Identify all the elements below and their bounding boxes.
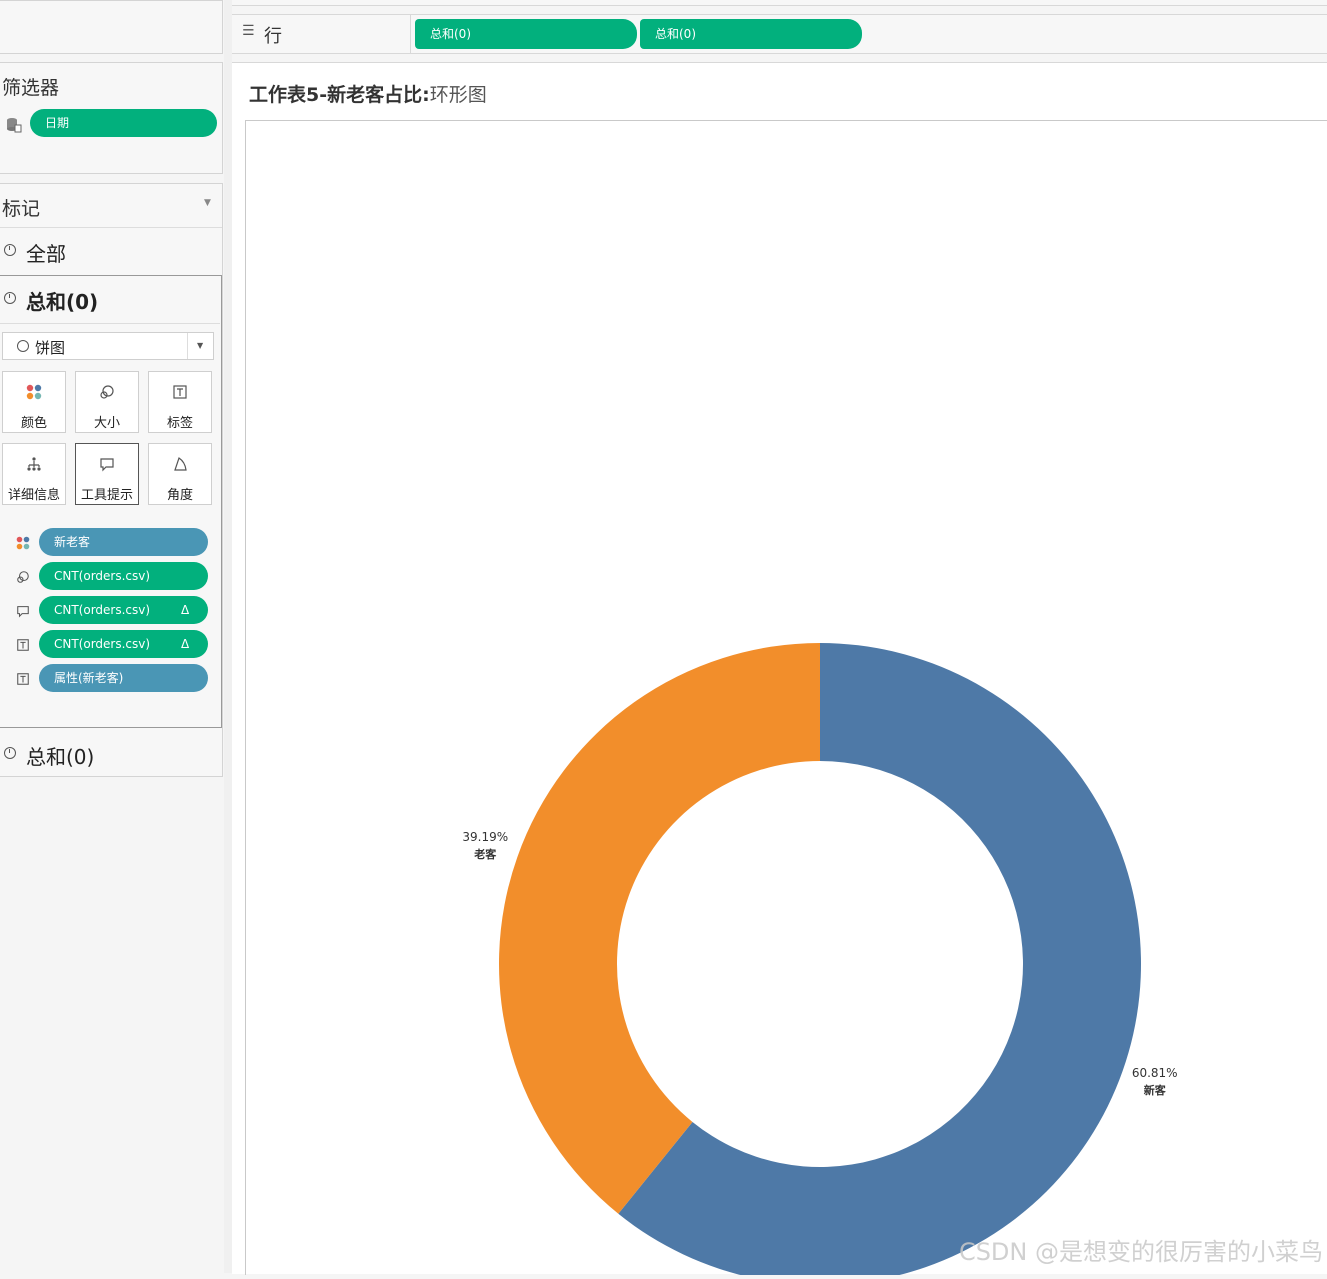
detail-button-label: 详细信息 bbox=[7, 488, 60, 503]
worksheet-title: 工作表5-新老客占比:环形图 bbox=[249, 80, 487, 107]
field-pill-count-tooltip[interactable]: CNT(orders.csv) Δ bbox=[39, 596, 208, 624]
label-icon bbox=[16, 672, 30, 686]
filters-title: 筛选器 bbox=[2, 77, 60, 99]
plot-area: 60.81% 新客 39.19% 老客 bbox=[245, 120, 1327, 1279]
angle-icon bbox=[149, 456, 211, 476]
delta-icon: Δ bbox=[181, 637, 190, 651]
field-pill-label: CNT(orders.csv) bbox=[54, 637, 151, 651]
pie-mark-icon bbox=[4, 244, 16, 256]
label-button[interactable]: 标签 bbox=[148, 371, 212, 433]
watermark: CSDN @是想变的很厉害的小菜鸟 bbox=[958, 1238, 1323, 1266]
panel-gutter bbox=[224, 0, 232, 1273]
marks-active-panel: 总和(0) 饼图 ▼ 颜色 大小 标签 详细信息 工具提示 角度 新老客 CNT… bbox=[0, 275, 222, 728]
worksheet: 工作表5-新老客占比:环形图 60.81% 新客 39.19% 老客 bbox=[232, 62, 1327, 1279]
size-button[interactable]: 大小 bbox=[75, 371, 139, 433]
marks-all-label: 全部 bbox=[26, 242, 66, 266]
angle-button-label: 角度 bbox=[166, 488, 193, 503]
pie-mark-icon bbox=[4, 292, 16, 304]
tooltip-button-label: 工具提示 bbox=[80, 488, 133, 503]
worksheet-title-light: 环形图 bbox=[429, 84, 487, 106]
field-pill-count-label[interactable]: CNT(orders.csv) Δ bbox=[39, 630, 208, 658]
donut-slice-2[interactable] bbox=[499, 643, 820, 1214]
slice-category-label: 老客 bbox=[474, 847, 497, 861]
divider bbox=[410, 15, 411, 53]
color-button-label: 颜色 bbox=[20, 416, 47, 431]
slice-value-label: 39.19% bbox=[462, 829, 509, 844]
slice-label: 60.81% 新客 bbox=[1130, 1065, 1180, 1099]
filters-card: 筛选器 日期 bbox=[0, 62, 223, 174]
pie-icon bbox=[17, 340, 29, 352]
color-icon bbox=[16, 536, 30, 550]
marks-menu-icon[interactable]: ▼ bbox=[204, 198, 211, 208]
detail-button[interactable]: 详细信息 bbox=[2, 443, 66, 505]
size-icon bbox=[76, 384, 138, 404]
marks-active-label: 总和(0) bbox=[26, 290, 99, 314]
left-panel: 筛选器 日期 标记 ▼ 全部 总和(0) 饼图 ▼ 颜色 大小 标签 详细信息 … bbox=[0, 0, 225, 1273]
field-pill-new-old[interactable]: 新老客 bbox=[39, 528, 208, 556]
size-button-label: 大小 bbox=[93, 416, 120, 431]
divider bbox=[0, 323, 220, 324]
marks-second-label: 总和(0) bbox=[26, 745, 95, 769]
rows-shelf: ☰ 行 总和(0) 总和(0) bbox=[232, 14, 1327, 54]
rows-pill-1[interactable]: 总和(0) bbox=[415, 19, 637, 49]
rows-list-icon: ☰ bbox=[242, 23, 255, 39]
chevron-down-icon: ▼ bbox=[197, 341, 204, 350]
marks-active-row[interactable]: 总和(0) bbox=[0, 276, 222, 322]
slice-value-label: 60.81% bbox=[1131, 1066, 1178, 1081]
color-icon bbox=[3, 384, 65, 404]
database-icon bbox=[6, 117, 22, 133]
field-pill-attr[interactable]: 属性(新老客) bbox=[39, 664, 208, 692]
tooltip-icon bbox=[76, 456, 138, 476]
field-pill-label: CNT(orders.csv) bbox=[54, 603, 151, 617]
columns-shelf bbox=[232, 0, 1327, 6]
marks-all-row[interactable]: 全部 bbox=[0, 228, 222, 274]
rows-label: 行 bbox=[264, 26, 282, 47]
slice-label: 39.19% 老客 bbox=[460, 829, 510, 863]
tooltip-icon bbox=[16, 604, 30, 618]
pie-mark-icon bbox=[4, 747, 16, 759]
filter-pill-date[interactable]: 日期 bbox=[30, 109, 217, 137]
detail-icon bbox=[3, 456, 65, 476]
delta-icon: Δ bbox=[181, 603, 190, 617]
mark-type-value: 饼图 bbox=[35, 339, 66, 357]
angle-button[interactable]: 角度 bbox=[148, 443, 212, 505]
rows-pill-2[interactable]: 总和(0) bbox=[640, 19, 862, 49]
size-icon bbox=[16, 570, 30, 584]
mark-type-select[interactable]: 饼图 ▼ bbox=[2, 332, 214, 360]
marks-card: 标记 ▼ 全部 总和(0) 饼图 ▼ 颜色 大小 标签 详细信息 工具提示 角度… bbox=[0, 183, 223, 777]
label-button-label: 标签 bbox=[166, 416, 193, 431]
slice-category-label: 新客 bbox=[1143, 1084, 1166, 1098]
label-icon bbox=[16, 638, 30, 652]
tooltip-button[interactable]: 工具提示 bbox=[75, 443, 139, 505]
color-button[interactable]: 颜色 bbox=[2, 371, 66, 433]
pages-card bbox=[0, 0, 223, 54]
donut-chart bbox=[499, 643, 1141, 1279]
marks-title: 标记 bbox=[2, 198, 41, 220]
worksheet-title-bold: 工作表5-新老客占比: bbox=[249, 84, 430, 106]
field-pill-count-size[interactable]: CNT(orders.csv) bbox=[39, 562, 208, 590]
marks-second-row[interactable]: 总和(0) bbox=[0, 731, 222, 777]
label-icon bbox=[149, 384, 211, 404]
divider bbox=[187, 333, 188, 359]
